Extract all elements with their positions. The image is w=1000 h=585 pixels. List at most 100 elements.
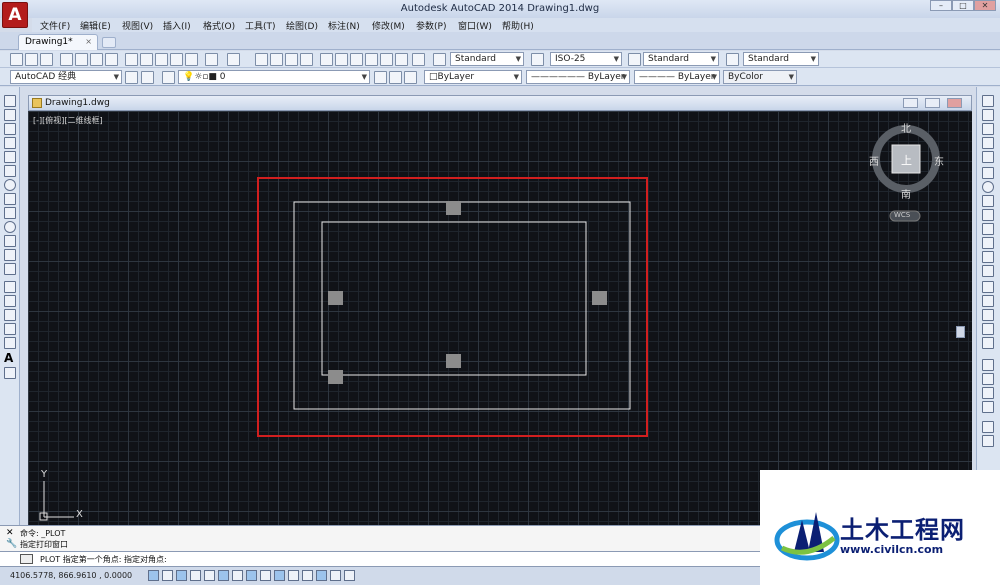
redo-icon[interactable]	[227, 53, 240, 66]
color-dropdown[interactable]: □ByLayer ▼	[424, 70, 522, 84]
drawing-close-icon[interactable]	[947, 98, 962, 108]
dim-style-icon[interactable]	[531, 53, 544, 66]
wcs-label[interactable]: WCS	[894, 211, 910, 219]
text-style-icon[interactable]	[433, 53, 446, 66]
add-selected-icon[interactable]	[4, 367, 16, 379]
object-snap-tracking-toggle[interactable]	[246, 570, 257, 581]
zoom-previous-icon[interactable]	[300, 53, 313, 66]
multileader-style-icon[interactable]	[726, 53, 739, 66]
draworder-back-icon[interactable]	[982, 373, 994, 385]
make-current-layer-icon[interactable]	[374, 71, 387, 84]
construction-line-icon[interactable]	[4, 109, 16, 121]
infer-constraints-toggle[interactable]	[148, 570, 159, 581]
menu-format[interactable]: 格式(O)	[203, 19, 235, 32]
layer-dropdown[interactable]: 💡☼▫■ 0 ▼	[178, 70, 370, 84]
ellipse-arc-icon[interactable]	[4, 235, 16, 247]
draworder-front-icon[interactable]	[982, 359, 994, 371]
gradient-icon[interactable]	[4, 309, 16, 321]
vertical-scrollbar-thumb[interactable]	[956, 326, 965, 338]
revision-cloud-icon[interactable]	[4, 193, 16, 205]
help-icon[interactable]	[412, 53, 425, 66]
lineweight-dropdown[interactable]: ———— ByLayer ▼	[634, 70, 720, 84]
tab-drawing1[interactable]: Drawing1* ×	[18, 34, 98, 50]
drawing-restore-icon[interactable]	[925, 98, 940, 108]
match-properties-icon[interactable]	[170, 53, 183, 66]
trim-icon[interactable]	[982, 223, 994, 235]
region-icon[interactable]	[4, 323, 16, 335]
quickcalc-icon[interactable]	[395, 53, 408, 66]
close-icon[interactable]: ×	[85, 37, 92, 46]
open-file-icon[interactable]	[25, 53, 38, 66]
multileader-style-dropdown[interactable]: Standard ▼	[743, 52, 819, 66]
plot-style-dropdown[interactable]: ByColor ▼	[723, 70, 797, 84]
extend-icon[interactable]	[982, 237, 994, 249]
ortho-mode-toggle[interactable]	[190, 570, 201, 581]
zoom-window-icon[interactable]	[285, 53, 298, 66]
dim-style-dropdown[interactable]: ISO-25 ▼	[550, 52, 622, 66]
customize-icon[interactable]	[141, 71, 154, 84]
menu-tools[interactable]: 工具(T)	[245, 19, 276, 32]
blend-curves-icon[interactable]	[982, 323, 994, 335]
menu-edit[interactable]: 编辑(E)	[80, 19, 111, 32]
chamfer-icon[interactable]	[982, 295, 994, 307]
point-icon[interactable]	[4, 281, 16, 293]
block-editor-icon[interactable]	[185, 53, 198, 66]
break-icon[interactable]	[982, 265, 994, 277]
polygon-icon[interactable]	[4, 137, 16, 149]
print-icon[interactable]	[60, 53, 73, 66]
workspace-settings-icon[interactable]	[125, 71, 138, 84]
menu-file[interactable]: 文件(F)	[40, 19, 70, 32]
linetype-dropdown[interactable]: —————— ByLayer ▼	[526, 70, 630, 84]
sheet-set-icon[interactable]	[365, 53, 378, 66]
annotation-monitor-toggle[interactable]	[344, 570, 355, 581]
text-style-dropdown[interactable]: Standard ▼	[450, 52, 524, 66]
new-file-icon[interactable]	[10, 53, 23, 66]
copy-icon[interactable]	[140, 53, 153, 66]
explode-icon[interactable]	[982, 337, 994, 349]
spline-icon[interactable]	[4, 207, 16, 219]
hatch-icon[interactable]	[4, 295, 16, 307]
pan-icon[interactable]	[255, 53, 268, 66]
polyline-icon[interactable]	[4, 123, 16, 135]
menu-dimension[interactable]: 标注(N)	[328, 19, 360, 32]
make-block-icon[interactable]	[4, 263, 16, 275]
offset-icon[interactable]	[982, 137, 994, 149]
array-icon[interactable]	[982, 151, 994, 163]
maximize-icon[interactable]: □	[952, 0, 974, 11]
multiline-text-icon[interactable]: A	[4, 351, 13, 365]
print-preview-icon[interactable]	[75, 53, 88, 66]
break-at-point-icon[interactable]	[982, 251, 994, 263]
viewcube-south[interactable]: 南	[901, 186, 911, 201]
menu-draw[interactable]: 绘图(D)	[286, 19, 318, 32]
selection-cycling-toggle[interactable]	[330, 570, 341, 581]
erase-icon[interactable]	[982, 95, 994, 107]
move-icon[interactable]	[982, 167, 994, 179]
design-center-icon[interactable]	[335, 53, 348, 66]
viewcube-north[interactable]: 北	[901, 120, 911, 135]
rectangle-icon[interactable]	[4, 151, 16, 163]
3d-print-icon[interactable]	[105, 53, 118, 66]
cut-icon[interactable]	[125, 53, 138, 66]
close-icon[interactable]: ✕	[974, 0, 996, 11]
drawing-minimize-icon[interactable]	[903, 98, 918, 108]
application-menu-button[interactable]: A	[2, 2, 28, 28]
layer-manager-icon[interactable]	[162, 71, 175, 84]
layer-previous-icon[interactable]	[389, 71, 402, 84]
join-icon[interactable]	[982, 281, 994, 293]
publish-icon[interactable]	[90, 53, 103, 66]
quick-properties-toggle[interactable]	[316, 570, 327, 581]
properties-icon[interactable]	[320, 53, 333, 66]
line-icon[interactable]	[4, 95, 16, 107]
save-icon[interactable]	[40, 53, 53, 66]
arc-icon[interactable]	[4, 165, 16, 177]
minimize-icon[interactable]: –	[930, 0, 952, 11]
text-front-icon[interactable]	[982, 421, 994, 433]
allow-ucs-toggle[interactable]	[260, 570, 271, 581]
table-style-dropdown[interactable]: Standard ▼	[643, 52, 719, 66]
stretch-icon[interactable]	[982, 209, 994, 221]
object-snap-toggle[interactable]	[218, 570, 229, 581]
insert-block-icon[interactable]	[4, 249, 16, 261]
menu-view[interactable]: 视图(V)	[122, 19, 153, 32]
viewcube-west[interactable]: 西	[869, 153, 879, 168]
close-icon[interactable]: ✕	[6, 528, 14, 538]
